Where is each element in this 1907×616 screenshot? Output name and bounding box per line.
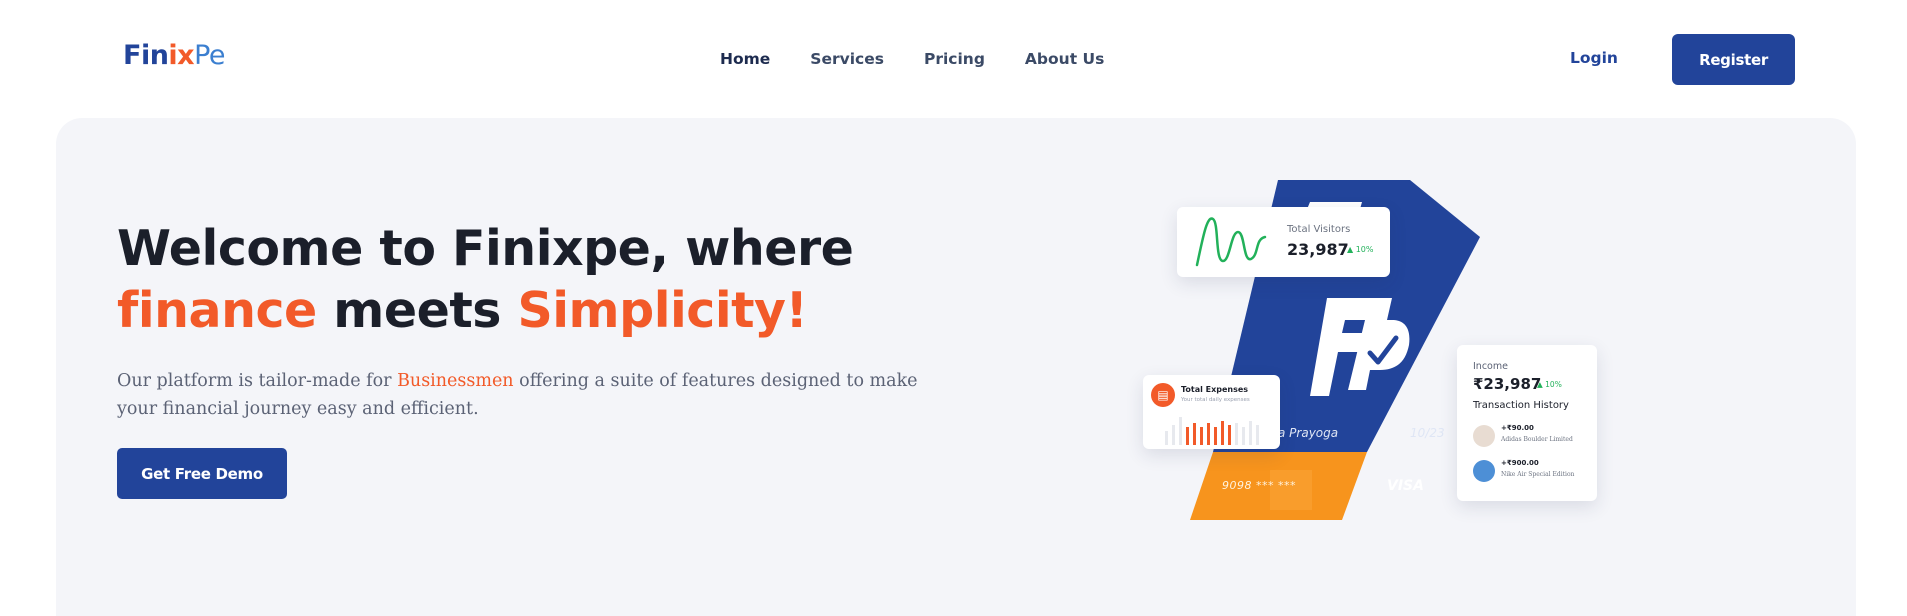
hero-description: Our platform is tailor-made for Business…: [117, 367, 957, 423]
total-visitors-card: Total Visitors 23,987 ▲ 10%: [1177, 207, 1390, 277]
transaction-amount: +₹90.00: [1501, 424, 1534, 432]
total-expenses-card: ▤ Total Expenses Your total daily expens…: [1143, 375, 1280, 449]
transaction-name: Nike Air Special Edition: [1501, 471, 1575, 478]
transaction-item: +₹900.00 Nike Air Special Edition: [1473, 458, 1593, 486]
expenses-title: Total Expenses: [1181, 385, 1249, 394]
hero-word-simplicity: Simplicity!: [517, 282, 808, 339]
visitors-change: ▲ 10%: [1347, 245, 1374, 254]
transaction-history-title: Transaction History: [1473, 400, 1569, 411]
register-button[interactable]: Register: [1672, 34, 1795, 85]
income-label: Income: [1473, 361, 1508, 372]
nav-pricing[interactable]: Pricing: [924, 50, 985, 68]
card-expiry: 10/23: [1410, 426, 1445, 440]
nav-services[interactable]: Services: [810, 50, 884, 68]
nav-about-us[interactable]: About Us: [1025, 50, 1104, 68]
transaction-item: +₹90.00 Adidas Boulder Limited: [1473, 423, 1593, 451]
desc-text-start: Our platform is tailor-made for: [117, 371, 398, 391]
expenses-subtitle: Your total daily expenses: [1181, 397, 1250, 403]
visitors-label: Total Visitors: [1287, 224, 1351, 235]
nike-avatar: [1473, 460, 1495, 482]
income-card: Income ₹23,987 ▲ 10% Transaction History…: [1457, 345, 1597, 501]
receipt-icon: ▤: [1151, 383, 1175, 407]
visa-logo: VISA: [1387, 478, 1424, 494]
finixpe-logo[interactable]: FinixPe: [123, 40, 226, 71]
income-change-value: 10%: [1545, 380, 1562, 389]
hero-word-finance: finance: [117, 282, 317, 339]
visitors-value: 23,987: [1287, 240, 1349, 259]
logo-part-pe: Pe: [194, 40, 226, 71]
main-menu: Home Services Pricing About Us: [720, 50, 1104, 68]
hero-heading-line1: Welcome to Finixpe, where: [117, 220, 854, 277]
transaction-name: Adidas Boulder Limited: [1501, 436, 1573, 443]
adidas-avatar: [1473, 425, 1495, 447]
expenses-bar-chart: [1165, 417, 1259, 445]
income-value: ₹23,987: [1473, 375, 1542, 393]
hero-heading: Welcome to Finixpe, where finance meets …: [117, 218, 854, 342]
income-change: ▲ 10%: [1537, 380, 1562, 389]
hero-illustration: a Prayoga 10/23 9098 *** *** VISA Total …: [1130, 170, 1630, 530]
logo-part-ix: ix: [168, 40, 195, 71]
card-number: 9098 *** ***: [1222, 479, 1296, 492]
logo-part-fin: Fin: [123, 40, 169, 71]
desc-highlight: Businessmen: [397, 371, 514, 391]
visitors-change-value: 10%: [1355, 245, 1374, 254]
login-link[interactable]: Login: [1570, 49, 1618, 67]
visitors-line-chart: [1195, 217, 1267, 267]
navbar: FinixPe Home Services Pricing About Us L…: [0, 0, 1907, 118]
transaction-amount: +₹900.00: [1501, 459, 1539, 467]
nav-home[interactable]: Home: [720, 50, 770, 68]
card-holder-name: a Prayoga: [1278, 426, 1339, 440]
get-free-demo-button[interactable]: Get Free Demo: [117, 448, 287, 499]
hero-word-meets: meets: [316, 282, 518, 339]
